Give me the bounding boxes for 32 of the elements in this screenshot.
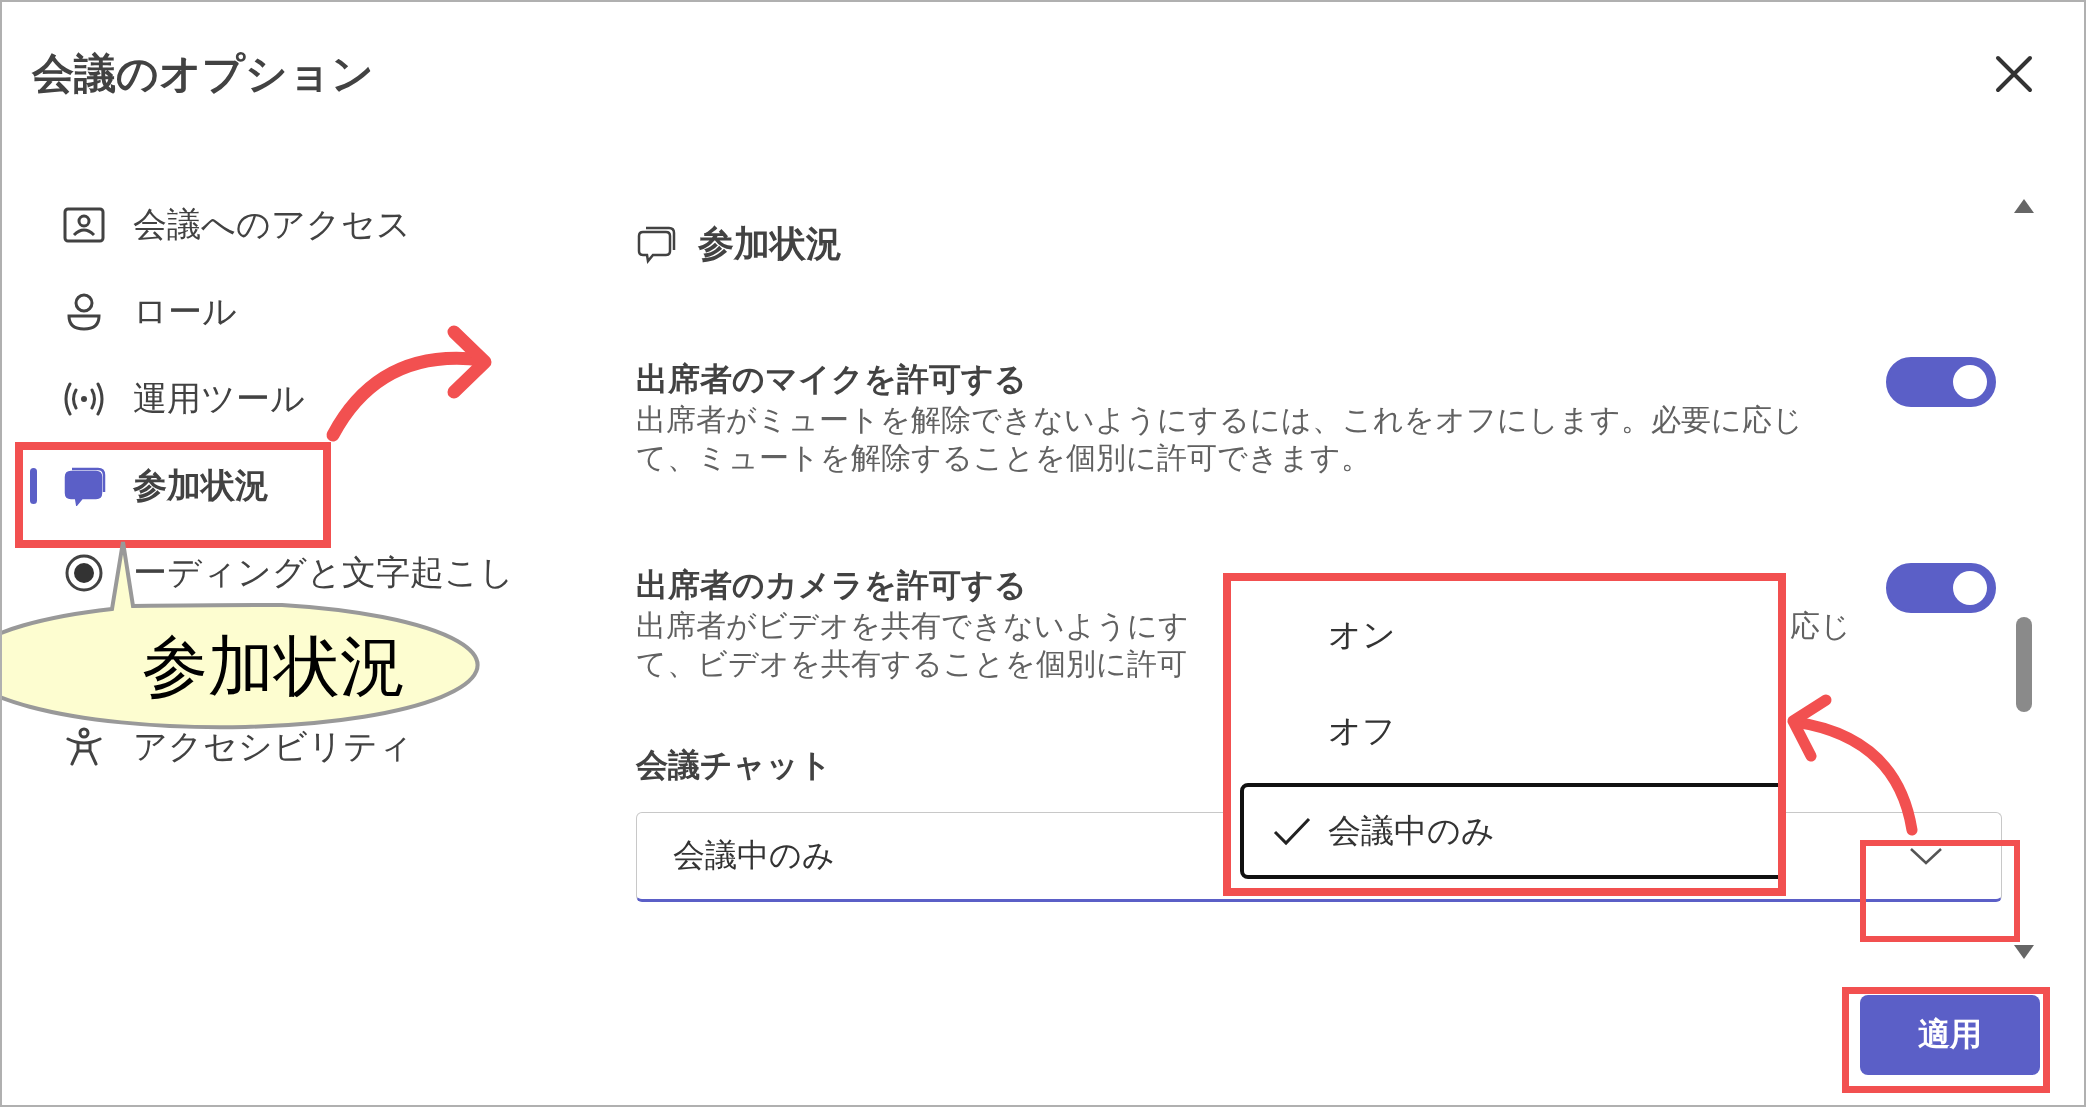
setting-description: 出席者がミュートを解除できないようにするには、これをオフにします。必要に応じ <box>636 401 1803 439</box>
chat-icon <box>636 224 676 264</box>
sidebar-item[interactable]: 参加状況 <box>30 464 269 508</box>
sidebar-item[interactable]: ロール <box>30 290 237 334</box>
chevron-down-icon[interactable] <box>1909 846 1943 866</box>
dialog-title: 会議のオプション <box>32 47 374 100</box>
selection-indicator <box>30 468 37 504</box>
sidebar-item[interactable]: ーディングと文字起こし <box>30 551 514 595</box>
sidebar-item[interactable]: アクセシビリティ <box>30 725 413 769</box>
setting-title: 出席者のカメラを許可する <box>636 565 1027 606</box>
setting-description: て、ビデオを共有することを個別に許可 <box>636 645 1187 683</box>
setting-description: て、ミュートを解除することを個別に許可できます。 <box>636 439 1371 477</box>
setting-description: 出席者がビデオを共有できないようにす <box>636 607 1189 645</box>
scroll-up-icon[interactable] <box>2014 199 2034 213</box>
toggle-switch[interactable] <box>1886 357 1996 407</box>
setting-description: 応じ <box>1790 607 1851 645</box>
check-icon <box>1272 816 1312 846</box>
apply-button[interactable]: 適用 <box>1860 995 2040 1075</box>
section-title: 参加状況 <box>698 221 842 266</box>
scrollbar-thumb[interactable] <box>2016 617 2032 712</box>
scroll-down-icon[interactable] <box>2014 945 2034 959</box>
chat-icon <box>62 466 106 506</box>
setting-title: 出席者のマイクを許可する <box>636 359 1027 400</box>
sidebar-item[interactable]: 会議へのアクセス <box>30 203 411 247</box>
toggle-switch[interactable] <box>1886 563 1996 613</box>
contact-card-icon <box>62 205 106 245</box>
sidebar-item[interactable]: 運用ツール <box>30 377 305 421</box>
menu-option[interactable]: オフ <box>1240 683 1782 779</box>
menu-option[interactable]: オン <box>1240 587 1782 683</box>
close-icon[interactable] <box>1994 53 2034 94</box>
field-label: 会議チャット <box>636 745 832 786</box>
callout-text: 参加状況 <box>142 628 406 706</box>
